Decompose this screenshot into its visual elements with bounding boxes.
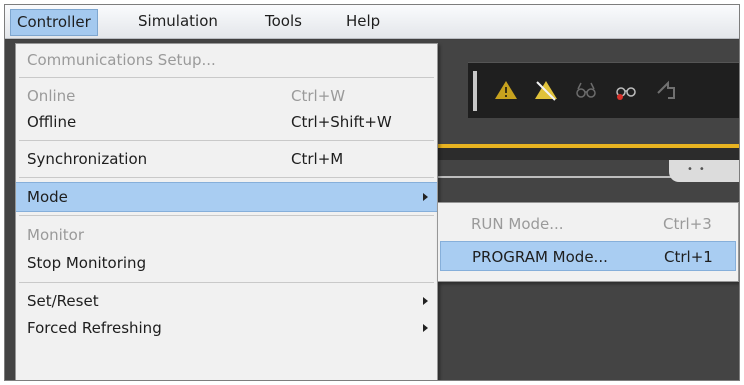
menu-item-offline[interactable]: Offline Ctrl+Shift+W [16,108,437,136]
menu-tools[interactable]: Tools [259,9,308,36]
menu-item-synchronization[interactable]: Synchronization Ctrl+M [16,145,437,173]
grip-dots-icon: •• [687,164,711,175]
menu-separator [19,215,434,216]
shortcut-label: Ctrl+Shift+W [291,113,392,131]
menu-item-label: Offline [27,113,77,131]
warning-slash-icon[interactable] [534,79,558,101]
menu-item-run-mode[interactable]: RUN Mode... Ctrl+3 [440,209,736,239]
menu-controller[interactable]: Controller [10,9,98,36]
application-window: Controller Simulation Tools Help •• Comm… [4,4,740,381]
menu-item-label: PROGRAM Mode... [472,248,608,266]
warning-triangle-icon[interactable] [494,79,518,101]
panel-header-strip [435,148,739,160]
submenu-arrow-icon [423,193,428,201]
menu-separator [19,140,434,141]
menu-separator [19,177,434,178]
glasses-icon[interactable] [574,79,598,101]
arrow-icon[interactable] [654,79,678,101]
toolbar-separator [473,71,477,111]
menu-simulation[interactable]: Simulation [132,9,224,36]
menu-bar: Controller Simulation Tools Help [5,5,739,39]
menu-item-set-reset[interactable]: Set/Reset [16,287,437,315]
menu-item-label: Communications Setup... [27,51,216,69]
submenu-arrow-icon [423,297,428,305]
menu-item-label: Monitor [27,226,85,244]
shortcut-label: Ctrl+W [291,87,346,105]
menu-item-label: Stop Monitoring [27,254,147,272]
menu-item-communications-setup[interactable]: Communications Setup... [16,46,437,74]
menu-item-mode[interactable]: Mode [16,182,437,212]
menu-help[interactable]: Help [340,9,386,36]
menu-separator [19,77,434,78]
menu-item-label: Online [27,87,76,105]
menu-item-label: Mode [27,188,68,206]
glasses-alert-icon[interactable] [614,79,638,101]
mode-submenu: RUN Mode... Ctrl+3 PROGRAM Mode... Ctrl+… [437,202,739,282]
shortcut-label: Ctrl+M [291,150,344,168]
panel-tab[interactable]: •• [669,160,739,182]
menu-item-label: Set/Reset [27,292,99,310]
shortcut-label: Ctrl+1 [664,248,713,266]
menu-separator [19,282,434,283]
menu-item-label: Forced Refreshing [27,319,162,337]
menu-item-label: RUN Mode... [471,215,564,233]
menu-item-program-mode[interactable]: PROGRAM Mode... Ctrl+1 [440,241,736,271]
controller-menu: Communications Setup... Online Ctrl+W Of… [15,43,438,380]
toolbar [468,62,739,118]
menu-item-monitor[interactable]: Monitor [16,221,437,249]
submenu-arrow-icon [423,324,428,332]
shortcut-label: Ctrl+3 [663,215,712,233]
menu-item-label: Synchronization [27,150,148,168]
menu-item-stop-monitoring[interactable]: Stop Monitoring [16,249,437,277]
menu-item-online[interactable]: Online Ctrl+W [16,82,437,110]
menu-item-forced-refreshing[interactable]: Forced Refreshing [16,314,437,342]
